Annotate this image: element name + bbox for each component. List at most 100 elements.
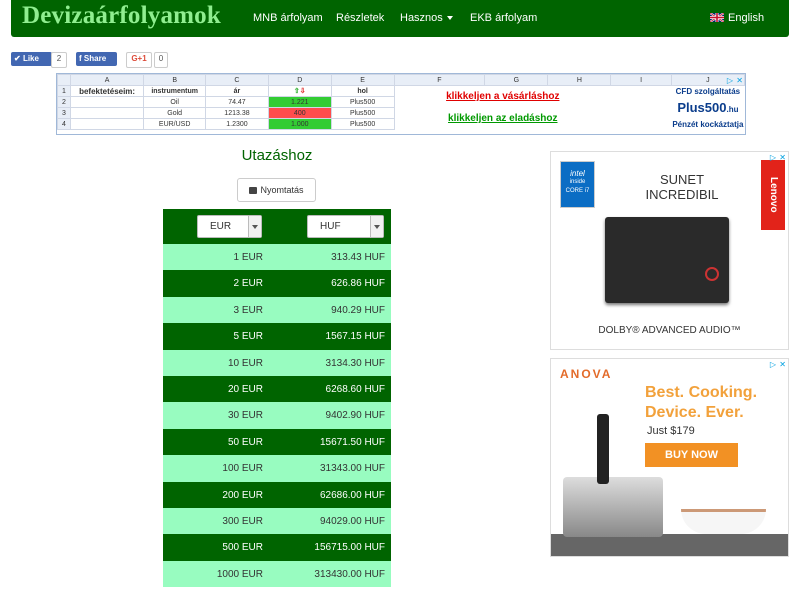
- from-amount: 3 EUR: [233, 304, 263, 316]
- to-amount: 313.43 HUF: [331, 252, 385, 263]
- ad-headline: SUNET INCREDIBIL: [627, 172, 737, 202]
- to-amount: 1567.15 HUF: [325, 331, 385, 343]
- sous-vide-image: [597, 414, 609, 484]
- table-row: 20 EUR 6268.60 HUF: [163, 375, 391, 403]
- ad-headline-1: Best. Cooking.: [645, 384, 758, 401]
- plus500-suffix: .hu: [726, 105, 739, 114]
- adchoices-icon[interactable]: ▷: [770, 153, 776, 162]
- from-amount: 200 EUR: [222, 489, 263, 501]
- conversion-table: EUR HUF 1 EUR 313.43 HUF 2 EUR 626.86 HUF 3 …: [163, 209, 391, 588]
- sheet-cell: Plus500: [330, 96, 395, 108]
- to-amount: 31343.00 HUF: [319, 463, 385, 475]
- close-ad-icon[interactable]: ✕: [779, 360, 786, 369]
- page-title: Utazáshoz: [241, 147, 313, 164]
- language-label: English: [728, 12, 765, 24]
- risk-text: Pénzét kockáztatja: [672, 119, 744, 129]
- fb-share-button[interactable]: f Share: [76, 52, 117, 66]
- nav-reszletek[interactable]: Részletek: [336, 12, 384, 24]
- to-amount: 940.29 HUF: [331, 304, 385, 316]
- from-currency-select[interactable]: EUR: [197, 215, 262, 238]
- lenovo-logo: Lenovo: [761, 160, 785, 230]
- from-amount: 30 EUR: [227, 410, 263, 422]
- col-header: H: [547, 74, 612, 86]
- counter-image: [551, 534, 788, 556]
- adchoices-icon[interactable]: ▷: [727, 76, 733, 85]
- uk-flag-icon: [710, 13, 724, 22]
- chevron-down-icon: [446, 16, 453, 21]
- table-row: 3 EUR 940.29 HUF: [163, 296, 391, 324]
- col-header: A: [69, 74, 145, 86]
- row-number: 3: [57, 107, 71, 119]
- to-currency-select[interactable]: HUF: [307, 215, 384, 238]
- updown-arrows-icon: ⇧⇩: [267, 85, 332, 97]
- intel-line2: inside: [569, 179, 586, 185]
- sell-link[interactable]: klikkeljen az eladáshoz: [448, 113, 558, 124]
- like-count: 2: [51, 52, 67, 68]
- to-amount: 156715.00 HUF: [314, 542, 385, 554]
- sheet-cell: [69, 118, 145, 130]
- sheet-cell: [69, 107, 145, 119]
- col-header: D: [267, 74, 332, 86]
- from-amount: 500 EUR: [222, 542, 263, 554]
- ad-headline: Best. Cooking. Device. Ever.: [645, 383, 757, 423]
- table-row: 30 EUR 9402.90 HUF: [163, 402, 391, 429]
- dolby-text: DOLBY® ADVANCED AUDIO™: [598, 325, 741, 336]
- ad-headline-2: INCREDIBIL: [645, 187, 719, 202]
- share-label: Share: [83, 54, 107, 63]
- lenovo-ad[interactable]: intel inside CORE i7 SUNET INCREDIBIL Le…: [550, 151, 789, 350]
- to-amount: 9402.90 HUF: [325, 410, 385, 422]
- sheet-cell: 1213.38: [204, 107, 269, 119]
- gplus-button[interactable]: G+1: [126, 52, 152, 68]
- plus500-logo[interactable]: Plus500.hu: [671, 97, 744, 119]
- intel-line1: intel: [570, 169, 585, 178]
- sheet-cell: 1.000: [267, 118, 332, 130]
- col-header: B: [143, 74, 206, 86]
- intel-badge: intel inside CORE i7: [560, 161, 595, 208]
- sheet-header-cell: instrumentum: [143, 85, 206, 97]
- close-ad-icon[interactable]: ✕: [736, 76, 743, 85]
- like-label: Like: [22, 54, 39, 63]
- ad-sheet-table: A B C D E F G H I J 1 befektetéseim: ins…: [57, 74, 745, 130]
- language-switch[interactable]: English: [710, 12, 764, 24]
- intel-line3: CORE i7: [565, 188, 590, 194]
- col-header: I: [610, 74, 672, 86]
- nav-hasznos[interactable]: Hasznos: [400, 12, 453, 24]
- from-amount: 1 EUR: [233, 252, 263, 263]
- print-button[interactable]: Nyomtatás: [237, 178, 316, 202]
- sell-cell: klikkeljen az eladáshoz: [394, 108, 611, 130]
- buy-link[interactable]: klikkeljen a vásárláshoz: [446, 91, 559, 102]
- table-row: 10 EUR 3134.30 HUF: [163, 349, 391, 376]
- row-number: 1: [57, 85, 71, 97]
- plus500-logo-text: Plus500: [677, 100, 727, 115]
- sheet-header-cell: befektetéseim:: [69, 85, 145, 97]
- to-amount: 94029.00 HUF: [319, 515, 385, 527]
- plus500-ad[interactable]: A B C D E F G H I J 1 befektetéseim: ins…: [56, 73, 746, 135]
- adchoices-icon[interactable]: ▷: [770, 360, 776, 369]
- buy-cell: klikkeljen a vásárláshoz: [394, 86, 611, 108]
- laptop-image: [605, 217, 729, 303]
- conversion-rows: 1 EUR 313.43 HUF 2 EUR 626.86 HUF 3 EUR 940.2…: [163, 244, 391, 588]
- from-amount: 5 EUR: [233, 331, 263, 343]
- anova-ad[interactable]: ANOVA Best. Cooking. Device. Ever. Just …: [550, 358, 789, 557]
- table-row: 300 EUR 94029.00 HUF: [163, 507, 391, 535]
- sheet-cell: 74.47: [204, 96, 269, 108]
- chevron-down-icon: [370, 216, 383, 237]
- chevron-down-icon: [248, 216, 261, 237]
- close-ad-icon[interactable]: ✕: [779, 153, 786, 162]
- col-header: F: [393, 74, 486, 86]
- anova-logo: ANOVA: [560, 367, 613, 381]
- nav-ekb[interactable]: EKB árfolyam: [470, 12, 537, 24]
- from-amount: 2 EUR: [233, 278, 263, 290]
- bowl-image: [681, 509, 766, 534]
- buy-now-button[interactable]: BUY NOW: [645, 443, 738, 467]
- brand-logo[interactable]: Devizaárfolyamok: [22, 2, 221, 30]
- sheet-cell: 1.221: [267, 96, 332, 108]
- table-row: 1000 EUR 313430.00 HUF: [163, 560, 391, 588]
- from-amount: 50 EUR: [227, 436, 263, 448]
- from-amount: 300 EUR: [222, 515, 263, 527]
- nav-mnb[interactable]: MNB árfolyam: [253, 12, 323, 24]
- fb-like-button[interactable]: ✔ Like: [11, 52, 52, 66]
- cfd-text: CFD szolgáltatás: [675, 86, 741, 96]
- to-amount: 6268.60 HUF: [325, 383, 385, 395]
- to-amount: 626.86 HUF: [331, 278, 385, 290]
